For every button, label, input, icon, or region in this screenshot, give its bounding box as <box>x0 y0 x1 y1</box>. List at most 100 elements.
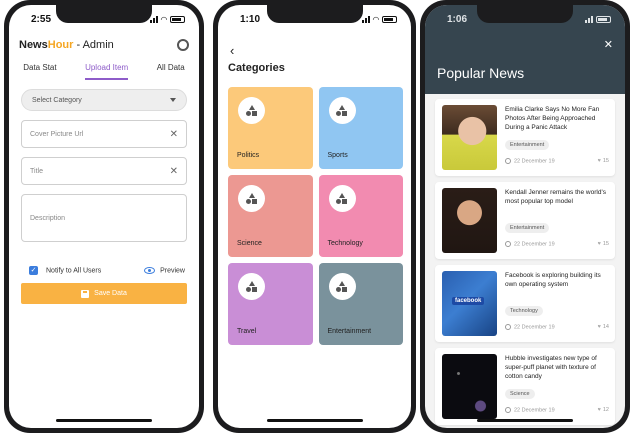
category-label: Politics <box>237 152 260 159</box>
facebook-logo-text: facebook <box>452 297 485 305</box>
signal-icon <box>585 15 593 23</box>
status-icons <box>585 15 611 23</box>
news-date-wrap: 22 December 19 <box>505 158 555 164</box>
news-likes: 14 <box>602 324 609 330</box>
heart-icon: ♥ <box>597 241 601 247</box>
wifi-icon: ◠ <box>160 14 167 24</box>
news-meta: 22 December 19 ♥ 12 <box>505 407 609 413</box>
category-select-placeholder: Select Category <box>32 96 82 104</box>
news-date-wrap: 22 December 19 <box>505 324 555 330</box>
page-title: Popular News <box>437 65 525 81</box>
close-icon[interactable]: ✕ <box>604 38 613 51</box>
news-card[interactable]: Hubble investigates new type of super-pu… <box>435 348 615 425</box>
gear-icon[interactable] <box>177 39 189 51</box>
news-date-wrap: 22 December 19 <box>505 407 555 413</box>
news-likes-wrap: ♥ 15 <box>598 158 609 164</box>
description-placeholder: Description <box>30 214 66 222</box>
category-icon-circle <box>238 97 265 124</box>
news-likes: 15 <box>602 158 609 164</box>
category-card-science[interactable]: Science <box>228 175 313 257</box>
tab-all-data[interactable]: All Data <box>157 63 185 80</box>
news-likes-wrap: ♥ 14 <box>598 324 609 330</box>
notch <box>266 5 363 23</box>
category-label: Sports <box>327 152 348 159</box>
shapes-icon <box>245 105 258 116</box>
news-title: Hubble investigates new type of super-pu… <box>505 355 597 381</box>
news-tag: Science <box>505 389 535 399</box>
notch <box>477 5 573 23</box>
news-title: Kendall Jenner remains the world's most … <box>505 189 606 206</box>
category-card-sports[interactable]: Sports <box>318 87 403 169</box>
notify-label: Notify to All Users <box>46 267 102 275</box>
news-tag: Entertainment <box>505 223 550 233</box>
clear-icon[interactable]: ✕ <box>170 166 178 177</box>
category-grid: Politics Sports Science Technology Trave… <box>228 87 403 345</box>
news-date: 22 December 19 <box>514 158 555 165</box>
category-select[interactable]: Select Category <box>21 89 187 111</box>
clear-icon[interactable]: ✕ <box>170 129 178 140</box>
heart-icon: ♥ <box>597 407 601 413</box>
brand-admin: - Admin <box>73 39 114 51</box>
shapes-icon <box>336 281 348 292</box>
home-indicator <box>477 419 573 422</box>
clock-icon <box>505 241 511 247</box>
wifi-icon: ◠ <box>372 14 379 24</box>
status-time: 1:10 <box>240 13 261 25</box>
news-likes-wrap: ♥ 12 <box>598 407 609 413</box>
home-indicator <box>56 419 152 422</box>
clock-icon <box>505 324 511 330</box>
tab-bar: Data Stat Upload Item All Data <box>9 63 199 80</box>
tab-data-stat[interactable]: Data Stat <box>23 63 56 80</box>
upload-form: Select Category Cover Picture Url ✕ Titl… <box>21 89 187 242</box>
checkbox-checked-icon[interactable]: ✓ <box>29 266 38 275</box>
brand-hour: Hour <box>47 39 74 51</box>
notify-checkbox-row[interactable]: ✓ Notify to All Users <box>29 266 101 275</box>
news-date-wrap: 22 December 19 <box>505 241 555 247</box>
categories-screen: 1:10 ◠ ‹ Categories Politics Sports Scie… <box>218 5 411 428</box>
preview-button[interactable]: Preview <box>144 266 185 274</box>
save-label: Save Data <box>94 290 127 297</box>
news-likes: 15 <box>602 241 609 247</box>
heart-icon: ♥ <box>597 158 601 164</box>
status-time: 2:55 <box>31 13 52 25</box>
status-icons: ◠ <box>149 14 185 24</box>
news-date: 22 December 19 <box>514 407 555 414</box>
title-field[interactable]: Title ✕ <box>21 157 187 185</box>
shapes-icon <box>245 193 258 204</box>
category-label: Travel <box>237 328 257 335</box>
clock-icon <box>505 407 511 413</box>
signal-icon <box>149 15 158 23</box>
news-card[interactable]: Emilia Clarke Says No More Fan Photos Af… <box>435 99 615 176</box>
notify-row: ✓ Notify to All Users Preview <box>29 266 185 275</box>
tab-upload-item[interactable]: Upload Item <box>85 63 129 80</box>
category-card-entertainment[interactable]: Entertainment <box>318 263 403 345</box>
phone-upload-item: 2:55 ◠ NewsHour - Admin Data Stat Upload… <box>4 0 204 433</box>
phone-popular-news: ✕ Popular News 1:06 Emilia Clarke Says N… <box>420 0 630 433</box>
brand-title: NewsHour - Admin <box>19 39 114 51</box>
app-header: NewsHour - Admin <box>19 39 189 51</box>
save-data-button[interactable]: Save Data <box>21 283 187 304</box>
category-card-travel[interactable]: Travel <box>228 263 313 345</box>
back-arrow-icon[interactable]: ‹ <box>230 43 234 58</box>
category-card-technology[interactable]: Technology <box>318 175 403 257</box>
news-likes-wrap: ♥ 15 <box>598 241 609 247</box>
news-thumbnail <box>442 188 497 253</box>
shapes-icon <box>245 281 258 292</box>
page-title: Categories <box>228 62 285 74</box>
chevron-down-icon <box>170 98 176 102</box>
news-list: Emilia Clarke Says No More Fan Photos Af… <box>425 94 625 428</box>
title-placeholder: Title <box>30 167 43 175</box>
category-card-politics[interactable]: Politics <box>228 87 313 169</box>
heart-icon: ♥ <box>597 324 601 330</box>
category-icon-circle <box>328 273 356 300</box>
news-thumbnail <box>442 354 497 419</box>
cover-url-field[interactable]: Cover Picture Url ✕ <box>21 120 187 148</box>
description-field[interactable]: Description <box>21 194 187 242</box>
news-tag: Technology <box>505 306 543 316</box>
news-date: 22 December 19 <box>514 241 555 248</box>
news-card[interactable]: facebook Facebook is exploring building … <box>435 265 615 342</box>
news-card[interactable]: Kendall Jenner remains the world's most … <box>435 182 615 259</box>
category-icon-circle <box>328 185 356 212</box>
category-label: Technology <box>327 240 363 247</box>
brand-news: News <box>19 39 48 51</box>
